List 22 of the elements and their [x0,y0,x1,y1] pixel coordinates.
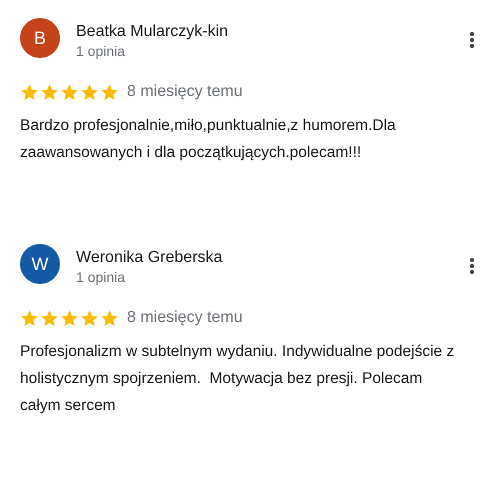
review-date: 8 miesięcy temu [127,308,243,328]
review-count: 1 opinia [76,268,126,286]
review-date: 8 miesięcy temu [127,82,243,102]
filled-star-icon [40,308,59,328]
filled-star-icon [80,82,99,102]
filled-star-icon [100,308,119,328]
review-text: Profesjonalizm w subtelnym wydaniu. Indywidualne podejście z holistycznym spojrzeniem. Motywacja bez presji. Polecam całym sercem [20,342,456,416]
reviewer-name[interactable]: Weronika Greberska [76,248,454,268]
filled-star-icon [40,82,59,102]
filled-star-icon [20,82,39,102]
review-count: 1 opinia [76,42,126,60]
more-options-icon[interactable] [470,32,474,48]
filled-star-icon [80,308,99,328]
avatar: B [20,18,60,58]
filled-star-icon [20,308,39,328]
filled-star-icon [60,82,79,102]
more-options-icon[interactable] [470,258,474,274]
review-text: Bardzo profesjonalnie,miło,punktualnie,z humorem.Dla zaawansowanych i dla początkujących.polecam!!! [20,116,397,163]
avatar: W [20,244,60,284]
filled-star-icon [60,308,79,328]
filled-star-icon [100,82,119,102]
reviewer-name[interactable]: Beatka Mularczyk-kin [76,22,454,42]
